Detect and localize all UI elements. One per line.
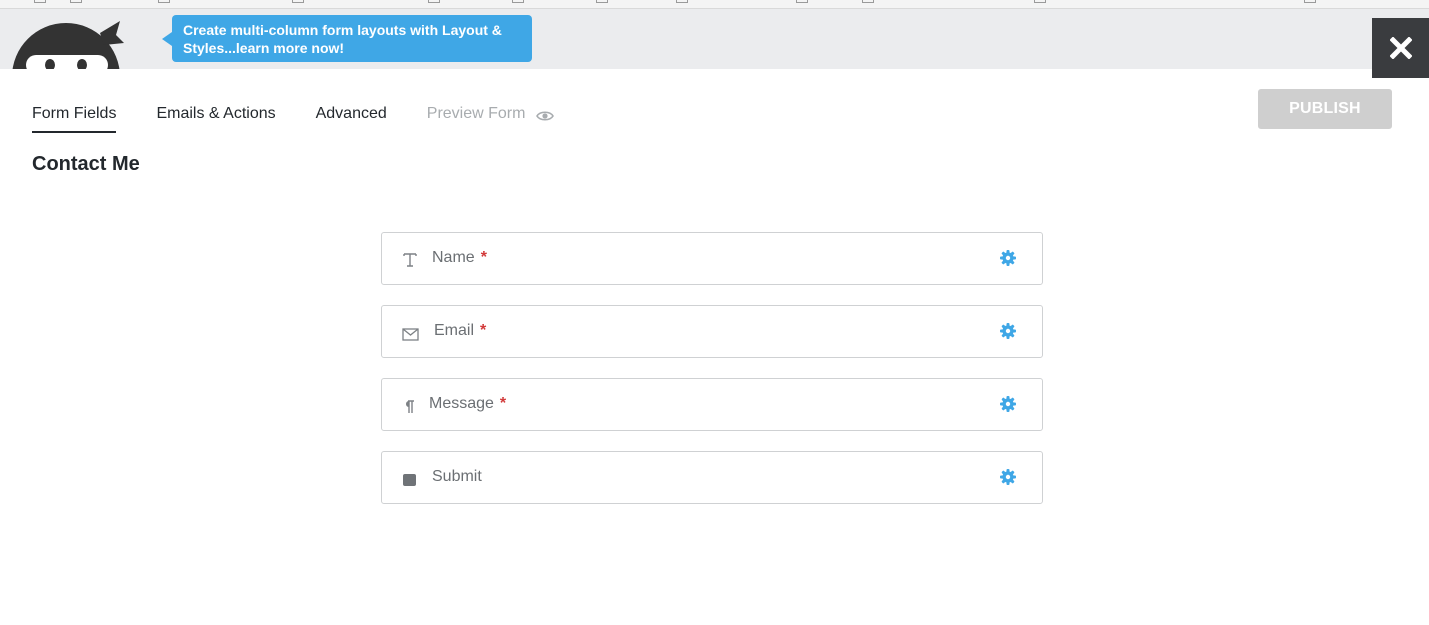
close-builder-button[interactable]	[1372, 18, 1429, 78]
tab-advanced[interactable]: Advanced	[316, 104, 387, 133]
bookmark-icon	[70, 0, 82, 3]
required-asterisk: *	[480, 249, 487, 266]
required-asterisk: *	[480, 322, 487, 339]
tab-emails-actions[interactable]: Emails & Actions	[156, 104, 275, 133]
bookmark-icon	[676, 0, 688, 3]
bookmark-icon	[158, 0, 170, 3]
bookmark-icon	[34, 0, 46, 3]
bookmark-icon	[596, 0, 608, 3]
form-field-name[interactable]: Name *	[381, 232, 1043, 285]
form-field-submit[interactable]: Submit	[381, 451, 1043, 504]
eye-icon	[536, 108, 555, 128]
gear-icon[interactable]	[999, 395, 1017, 413]
bookmark-icon	[292, 0, 304, 3]
bookmark-icon	[512, 0, 524, 3]
field-label: Name *	[432, 249, 487, 266]
field-label: Message *	[429, 395, 507, 412]
tab-form-fields[interactable]: Form Fields	[32, 104, 117, 133]
close-icon	[1389, 37, 1412, 59]
gear-icon[interactable]	[999, 322, 1017, 340]
field-label: Email *	[434, 322, 487, 339]
ninja-logo	[12, 19, 124, 69]
publish-button[interactable]: PUBLISH	[1258, 89, 1392, 129]
paragraph-icon	[401, 397, 419, 415]
gear-icon[interactable]	[999, 249, 1017, 267]
bookmark-icon	[862, 0, 874, 3]
field-label: Submit	[432, 468, 482, 485]
browser-bookmarks-strip	[0, 0, 1429, 9]
preview-form-label: Preview Form	[426, 105, 526, 122]
bookmark-icon	[796, 0, 808, 3]
tab-preview-form[interactable]: Preview Form	[427, 104, 555, 133]
builder-tabs: Form Fields Emails & Actions Advanced Pr…	[32, 104, 594, 134]
form-title: Contact Me	[32, 153, 140, 175]
form-field-message[interactable]: Message *	[381, 378, 1043, 431]
gear-icon[interactable]	[999, 468, 1017, 486]
bookmark-icon	[1034, 0, 1046, 3]
required-asterisk: *	[499, 395, 507, 412]
builder-top-bar: Create multi-column form layouts with La…	[0, 9, 1429, 78]
bookmark-icon	[428, 0, 440, 3]
submit-button-icon	[401, 470, 419, 488]
envelope-icon	[401, 324, 419, 342]
bookmark-icon	[1304, 0, 1316, 3]
promo-tooltip[interactable]: Create multi-column form layouts with La…	[162, 15, 532, 62]
text-field-icon	[401, 251, 419, 269]
form-field-email[interactable]: Email *	[381, 305, 1043, 358]
